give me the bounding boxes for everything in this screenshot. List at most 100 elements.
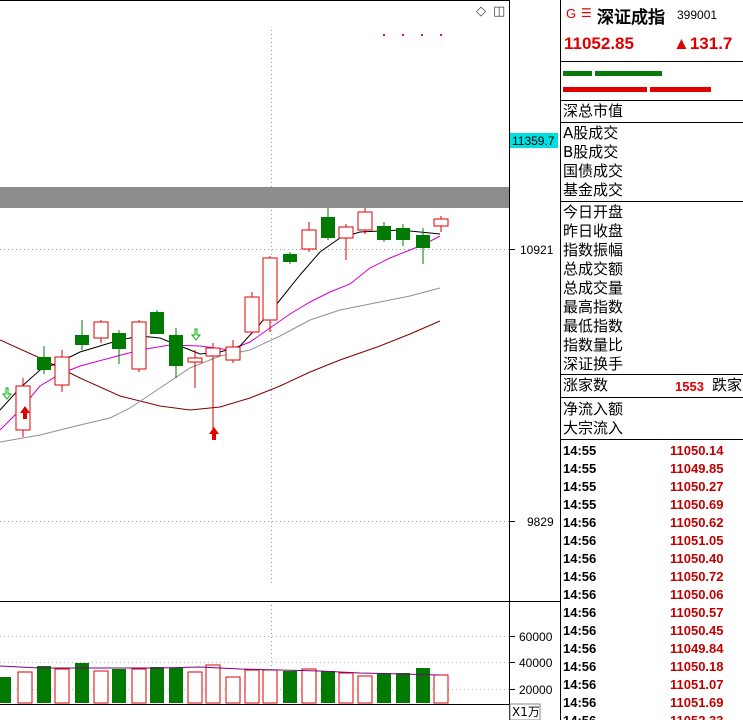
candle-up[interactable]	[205, 343, 221, 432]
volume-tick-20000: 20000	[519, 683, 553, 697]
price-tick-high: 10921	[520, 243, 554, 257]
candle-up[interactable]	[15, 378, 31, 437]
volume-bar-down	[396, 673, 410, 703]
tick-time: 14:56	[563, 695, 597, 710]
tick-price: 11050.18	[670, 659, 724, 674]
tick-time: 14:55	[563, 479, 597, 494]
info-label: A股成交	[563, 124, 619, 142]
candle-down[interactable]	[396, 224, 410, 246]
info-label: 国债成交	[563, 162, 624, 180]
candle-down[interactable]	[169, 328, 183, 378]
index-code: 399001	[677, 8, 718, 22]
divider	[561, 100, 743, 101]
volume-bar-up	[225, 676, 241, 704]
menu-icon[interactable]: ☰	[581, 6, 592, 20]
candle-down[interactable]	[321, 208, 335, 240]
candle-down[interactable]	[75, 320, 89, 350]
volume-bar-up	[301, 668, 317, 704]
volume-bar-down	[377, 673, 391, 703]
volume-bar-up	[433, 674, 449, 704]
divider	[561, 439, 743, 440]
tick-time: 14:56	[563, 605, 597, 620]
rise-count-label: 涨家数	[563, 376, 609, 394]
candle-up[interactable]	[54, 350, 70, 392]
indicator-dots	[383, 34, 442, 36]
info-label: 深证换手	[563, 355, 624, 373]
kline-chart[interactable]: ◇ ◫ 11359.7 10921 9829 60000 40000 20000…	[0, 0, 561, 720]
candle-up[interactable]	[131, 320, 147, 372]
sell-arrow-2	[190, 328, 202, 341]
info-label: 总成交额	[563, 260, 624, 278]
tick-time: 14:56	[563, 587, 597, 602]
highlight-band	[0, 187, 509, 208]
volume-bar-down	[0, 677, 11, 703]
volume-bar-up	[187, 671, 203, 704]
buy-strength-bar-1	[563, 71, 592, 76]
tick-price: 11050.72	[670, 569, 724, 584]
g-label[interactable]: G	[566, 6, 576, 21]
divider	[561, 397, 743, 398]
tick-row: 14:55 11050.69	[561, 496, 743, 514]
tick-price: 11049.84	[670, 641, 724, 656]
candle-up[interactable]	[244, 292, 260, 334]
volume-bar-down	[112, 669, 126, 703]
info-label: 指数量比	[563, 336, 624, 354]
volume-bars	[0, 663, 449, 704]
volume-bar-up	[244, 669, 260, 704]
tick-time: 14:56	[563, 641, 597, 656]
candle-up[interactable]	[338, 224, 354, 260]
tick-row: 14:56 11051.05	[561, 532, 743, 550]
candle-down[interactable]	[37, 346, 51, 374]
tick-row: 14:56 11049.84	[561, 640, 743, 658]
buy-signal-arrows	[20, 406, 219, 440]
volume-unit-label: X1万	[512, 705, 540, 719]
index-name: 深证成指	[597, 8, 665, 28]
candle-up[interactable]	[301, 222, 317, 252]
volume-bar-down	[416, 668, 430, 703]
volume-bar-up	[205, 664, 221, 704]
candle-up[interactable]	[357, 208, 373, 234]
tick-time: 14:56	[563, 659, 597, 674]
info-label: 今日开盘	[563, 203, 624, 221]
volume-bar-down	[321, 671, 335, 703]
candle-up[interactable]	[93, 320, 109, 343]
volume-tick-40000: 40000	[519, 656, 553, 670]
tick-price: 11050.06	[670, 587, 724, 602]
candle-down[interactable]	[150, 310, 164, 334]
sell-strength-bar-1	[563, 87, 647, 92]
tick-row: 14:56 11050.62	[561, 514, 743, 532]
candle-down[interactable]	[112, 330, 126, 364]
divider	[561, 374, 743, 375]
candle-down[interactable]	[377, 222, 391, 242]
buy-arrow-2	[209, 427, 219, 440]
candle-up[interactable]	[262, 256, 278, 332]
candle-up[interactable]	[225, 340, 241, 363]
diamond-icon[interactable]: ◇	[476, 4, 486, 19]
tick-price: 11050.69	[670, 497, 724, 512]
price-tick-low: 9829	[527, 515, 554, 529]
divider	[561, 201, 743, 202]
volume-bar-up	[17, 671, 33, 704]
current-price-tag-label: 11359.7	[512, 134, 555, 148]
window-toggle-icon[interactable]: ◫	[493, 4, 505, 19]
volume-bar-down	[283, 671, 297, 703]
volume-bar-up	[93, 670, 109, 704]
volume-bar-up	[357, 675, 373, 704]
volume-bar-down	[150, 667, 164, 703]
fall-count-label: 跌家	[712, 376, 743, 394]
tick-row: 14:56 11050.18	[561, 658, 743, 676]
candle-up[interactable]	[433, 216, 449, 232]
candlestick-series	[15, 208, 449, 437]
tick-row: 14:56 11050.06	[561, 586, 743, 604]
candle-down[interactable]	[416, 228, 430, 264]
candle-up[interactable]	[187, 350, 203, 388]
tick-row: 14:56 11050.40	[561, 550, 743, 568]
tick-price: 11050.45	[670, 623, 724, 638]
info-label: 指数振幅	[563, 241, 624, 259]
tick-price: 11050.57	[670, 605, 724, 620]
quote-header: G ☰ 深证成指 399001	[561, 0, 743, 28]
tick-time: 14:55	[563, 461, 597, 476]
tick-row: 14:56 11052.33	[561, 712, 743, 720]
tick-price: 11052.33	[670, 713, 724, 720]
candle-down[interactable]	[283, 252, 297, 264]
